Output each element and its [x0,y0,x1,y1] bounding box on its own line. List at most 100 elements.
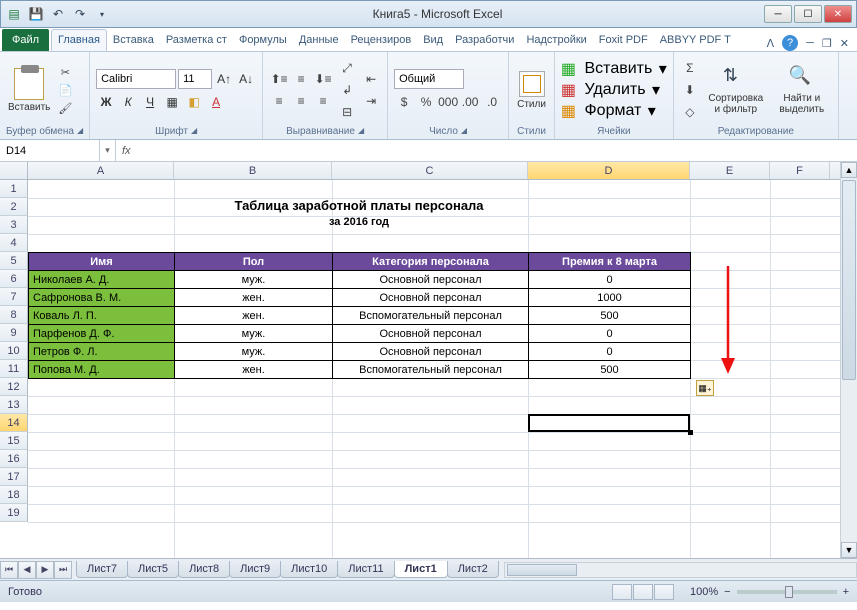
row-header[interactable]: 16 [0,450,28,468]
row-header[interactable]: 6 [0,270,28,288]
cell-name[interactable]: Парфенов Д. Ф. [29,325,175,343]
cell-sex[interactable]: муж. [175,325,333,343]
ribbon-tab-developer[interactable]: Разработчи [449,29,520,51]
align-left-icon[interactable]: ≡ [269,91,289,111]
row-header[interactable]: 8 [0,306,28,324]
sheet-tab-active[interactable]: Лист1 [394,561,448,578]
minimize-button[interactable]: ─ [764,5,792,23]
zoom-level[interactable]: 100% [690,586,718,598]
row-header[interactable]: 5 [0,252,28,270]
orientation-icon[interactable]: ⤢ [337,58,357,78]
row-header[interactable]: 1 [0,180,28,198]
row-header[interactable]: 10 [0,342,28,360]
number-launcher-icon[interactable]: ◢ [461,126,467,137]
row-header[interactable]: 14 [0,414,28,432]
wrap-text-icon[interactable]: ↲ [337,80,357,100]
format-cells-button[interactable]: ▦ Формат ▾ [561,101,667,121]
cells-canvas[interactable]: Таблица заработной платы персонала за 20… [28,180,857,558]
cell-cat[interactable]: Вспомогательный персонал [333,361,529,379]
row-header[interactable]: 11 [0,360,28,378]
col-header-b[interactable]: B [174,162,332,179]
table-row[interactable]: Сафронова В. М.жен.Основной персонал1000 [29,289,691,307]
ribbon-tab-pagelayout[interactable]: Разметка ст [160,29,233,51]
qat-more-icon[interactable]: ▾ [93,5,111,23]
worksheet-grid[interactable]: A B C D E F 1 2 3 4 5 6 7 8 9 10 11 12 1… [0,162,857,558]
alignment-launcher-icon[interactable]: ◢ [358,126,364,137]
sheet-tab[interactable]: Лист2 [447,561,499,578]
hscroll-thumb[interactable] [507,564,577,576]
col-header-c[interactable]: C [332,162,528,179]
sheet-tab[interactable]: Лист10 [280,561,338,578]
cell-name[interactable]: Николаев А. Д. [29,271,175,289]
cell-name[interactable]: Петров Ф. Л. [29,343,175,361]
ribbon-tab-home[interactable]: Главная [51,29,107,51]
align-bottom-icon[interactable]: ⬇≡ [313,69,333,89]
font-color-icon[interactable]: A [206,92,226,112]
tab-nav-last-icon[interactable]: ⏭ [54,561,72,579]
sheet-tab[interactable]: Лист11 [337,561,394,578]
font-size-combo[interactable]: 11 [178,69,212,89]
name-box-dropdown-icon[interactable]: ▾ [100,140,116,161]
format-painter-icon[interactable]: 🖌 [56,100,74,116]
row-header[interactable]: 4 [0,234,28,252]
cell-bonus[interactable]: 1000 [529,289,691,307]
help-icon[interactable]: ? [782,35,798,51]
table-row[interactable]: Парфенов Д. Ф.муж.Основной персонал0 [29,325,691,343]
maximize-button[interactable]: ☐ [794,5,822,23]
save-icon[interactable]: 💾 [27,5,45,23]
sheet-tab[interactable]: Лист9 [229,561,281,578]
tab-nav-prev-icon[interactable]: ◀ [18,561,36,579]
ribbon-tab-foxit[interactable]: Foxit PDF [593,29,654,51]
table-row[interactable]: Попова М. Д.жен.Вспомогательный персонал… [29,361,691,379]
zoom-out-icon[interactable]: − [724,586,730,598]
align-middle-icon[interactable]: ≡ [291,69,311,89]
zoom-knob[interactable] [785,586,793,598]
cell-cat[interactable]: Вспомогательный персонал [333,307,529,325]
ribbon-tab-view[interactable]: Вид [417,29,449,51]
grow-font-icon[interactable]: A↑ [214,69,234,89]
border-icon[interactable]: ▦ [162,92,182,112]
col-header-a[interactable]: A [28,162,174,179]
bold-button[interactable]: Ж [96,92,116,112]
font-name-combo[interactable]: Calibri [96,69,176,89]
workbook-close-icon[interactable]: ✕ [840,37,849,50]
view-layout-icon[interactable] [633,584,653,600]
cell-cat[interactable]: Основной персонал [333,289,529,307]
increase-decimal-icon[interactable]: .00 [460,92,480,112]
cell-styles-button[interactable]: Стили [515,69,548,112]
col-header-f[interactable]: F [770,162,830,179]
table-row[interactable]: Николаев А. Д.муж.Основной персонал0 [29,271,691,289]
fx-icon[interactable]: fx [122,145,131,157]
row-header[interactable]: 9 [0,324,28,342]
comma-icon[interactable]: 000 [438,92,458,112]
table-row[interactable]: Петров Ф. Л.муж.Основной персонал0 [29,343,691,361]
italic-button[interactable]: К [118,92,138,112]
align-center-icon[interactable]: ≡ [291,91,311,111]
table-row[interactable]: Коваль Л. П.жен.Вспомогательный персонал… [29,307,691,325]
cell-bonus[interactable]: 0 [529,325,691,343]
increase-indent-icon[interactable]: ⇥ [361,91,381,111]
cut-icon[interactable]: ✂ [56,64,74,80]
autofill-options-icon[interactable]: ▦₊ [696,380,714,396]
scroll-down-icon[interactable]: ▼ [841,542,857,558]
cell-name[interactable]: Коваль Л. П. [29,307,175,325]
name-box[interactable]: D14 [0,140,100,161]
col-header-e[interactable]: E [690,162,770,179]
ribbon-minimize-icon[interactable]: ᐱ [767,37,775,50]
tab-nav-first-icon[interactable]: ⏮ [0,561,18,579]
row-header[interactable]: 19 [0,504,28,522]
sort-filter-button[interactable]: ⇅ Сортировка и фильтр [704,63,768,117]
workbook-minimize-icon[interactable]: ─ [806,37,814,49]
cell-sex[interactable]: жен. [175,289,333,307]
copy-icon[interactable]: 📄 [56,82,74,98]
row-header[interactable]: 17 [0,468,28,486]
insert-cells-button[interactable]: ▦ Вставить ▾ [561,59,667,79]
row-header[interactable]: 3 [0,216,28,234]
zoom-in-icon[interactable]: + [843,586,849,598]
delete-cells-button[interactable]: ▦ Удалить ▾ [561,80,667,100]
row-header[interactable]: 13 [0,396,28,414]
row-header[interactable]: 18 [0,486,28,504]
scroll-thumb[interactable] [842,180,856,380]
view-normal-icon[interactable] [612,584,632,600]
horizontal-scrollbar[interactable] [504,562,857,578]
